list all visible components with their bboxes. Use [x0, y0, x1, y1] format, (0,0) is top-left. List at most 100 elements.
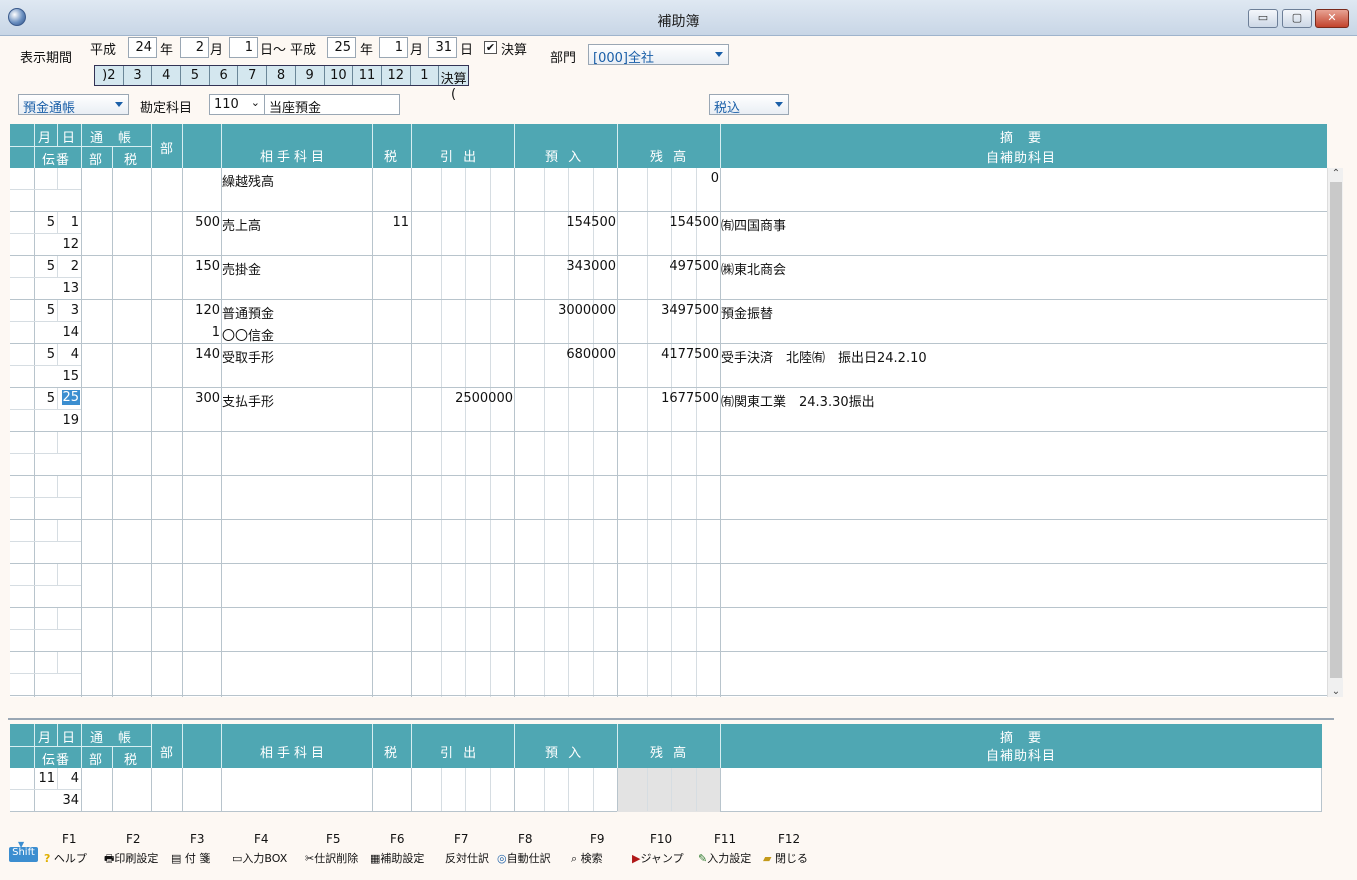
row-3-month[interactable]: 5 — [36, 303, 55, 318]
entry-row: 11 4 34 — [10, 768, 1322, 812]
row-2-deposit[interactable]: 343000 — [516, 259, 616, 274]
row-1-deposit[interactable]: 154500 — [516, 215, 616, 230]
f3-key: F3 — [190, 832, 205, 846]
era-label-2: 平成 — [290, 43, 317, 58]
search-button[interactable]: ⌕ 検索 — [571, 850, 603, 866]
scroll-down-icon[interactable]: ⌄ — [1328, 686, 1344, 697]
year-to-field[interactable]: 25 — [327, 37, 356, 58]
row-5-slip[interactable]: 19 — [36, 413, 79, 428]
input-settings-button[interactable]: ✎入力設定 — [698, 850, 751, 866]
minimize-button[interactable]: ▭ — [1248, 9, 1278, 28]
row-2-month[interactable]: 5 — [36, 259, 55, 274]
row-5-day[interactable]: 25 — [62, 390, 80, 405]
row-4-deposit[interactable]: 680000 — [516, 347, 616, 362]
help-button[interactable]: ? ヘルプ — [44, 850, 87, 866]
reverse-entry-button[interactable]: 反対仕訳 — [445, 850, 489, 866]
scroll-up-icon[interactable]: ⌃ — [1328, 168, 1344, 179]
row-3-deposit[interactable]: 3000000 — [516, 303, 616, 318]
row-1-balance: 154500 — [669, 215, 719, 230]
ledger-type-select[interactable]: 預金通帳 — [18, 94, 129, 116]
row-5-month[interactable]: 5 — [36, 391, 55, 406]
entry-slip[interactable]: 34 — [36, 793, 79, 808]
row-5-code[interactable]: 300 — [184, 391, 220, 406]
close-button[interactable]: ✕ — [1315, 9, 1349, 28]
department-select[interactable]: [000]全社 — [588, 44, 729, 66]
month-tab[interactable]: 5 — [181, 66, 210, 85]
month-tab[interactable]: 10 — [325, 66, 354, 85]
day-unit-2: 日 — [460, 43, 474, 58]
row-2-day[interactable]: 2 — [59, 259, 79, 274]
row-1-month[interactable]: 5 — [36, 215, 55, 230]
printer-icon: 🖶 — [104, 852, 115, 865]
month-tab[interactable]: 6 — [210, 66, 239, 85]
day-to-field[interactable]: 31 — [428, 37, 457, 58]
row-3-day[interactable]: 3 — [59, 303, 79, 318]
row-1-slip[interactable]: 12 — [36, 237, 79, 252]
sticky-note-button[interactable]: ▤ 付 箋 — [171, 850, 210, 866]
year-from-field[interactable]: 24 — [128, 37, 157, 58]
month-tab[interactable]: 7 — [238, 66, 268, 85]
auto-icon: ◎ — [497, 852, 507, 865]
tax-mode-select[interactable]: 税込 — [709, 94, 789, 116]
row-4-day[interactable]: 4 — [59, 347, 79, 362]
row-4-account[interactable]: 受取手形 — [222, 347, 274, 366]
row-5-memo[interactable]: ㈲関東工業 24.3.30振出 — [721, 391, 875, 410]
jump-button[interactable]: ▶ジャンプ — [632, 850, 684, 866]
f5-key: F5 — [326, 832, 341, 846]
row-3-code[interactable]: 120 — [184, 303, 220, 318]
close-icon: ✕ — [1327, 11, 1337, 24]
month-tab[interactable]: 4 — [152, 66, 182, 85]
maximize-button[interactable]: ▢ — [1282, 9, 1312, 28]
month-tab[interactable]: 決算( — [439, 66, 468, 102]
binoculars-icon: ⌕ — [571, 852, 578, 865]
shift-button[interactable]: Shift — [9, 847, 38, 862]
row-1-day[interactable]: 1 — [59, 215, 79, 230]
row-5-withdraw[interactable]: 2500000 — [413, 391, 513, 406]
day-from-field[interactable]: 1 — [229, 37, 258, 58]
month-tab[interactable]: 8 — [267, 66, 296, 85]
account-name-field[interactable]: 当座預金 — [264, 94, 400, 116]
row-4-month[interactable]: 5 — [36, 347, 55, 362]
ledger-header: 月 日 通 帳 伝番 部 税 部 相手科目 税 引 出 預 入 残 高 摘 要 … — [10, 124, 1327, 168]
settle-checkbox[interactable]: ✔ — [484, 41, 497, 54]
row-3-sub-account[interactable]: 〇〇信金 — [222, 325, 274, 344]
month-tab[interactable]: 11 — [353, 66, 382, 85]
delete-entry-button[interactable]: ✂仕訳削除 — [305, 850, 358, 866]
row-4-slip[interactable]: 15 — [36, 369, 79, 384]
maximize-icon: ▢ — [1291, 11, 1303, 24]
vertical-scrollbar[interactable]: ⌃ ⌄ — [1327, 168, 1343, 697]
entry-day[interactable]: 4 — [59, 771, 79, 786]
row-3-memo[interactable]: 預金振替 — [721, 303, 773, 322]
close-window-button[interactable]: ▰ 閉じる — [763, 850, 808, 866]
month-tab[interactable]: )2 — [95, 66, 124, 85]
month-to-field[interactable]: 1 — [379, 37, 408, 58]
row-4-code[interactable]: 140 — [184, 347, 220, 362]
sub-settings-button[interactable]: ▦補助設定 — [370, 850, 424, 866]
month-tab[interactable]: 12 — [382, 66, 411, 85]
row-2-account[interactable]: 売掛金 — [222, 259, 261, 278]
scroll-thumb[interactable] — [1330, 182, 1342, 678]
month-tab[interactable]: 1 — [411, 66, 440, 85]
print-settings-button[interactable]: 🖶印刷設定 — [104, 850, 158, 869]
entry-month[interactable]: 11 — [36, 771, 55, 786]
month-tab[interactable]: 3 — [124, 66, 153, 85]
row-2-memo[interactable]: ㈱東北商会 — [721, 259, 786, 278]
row-3-slip[interactable]: 14 — [36, 325, 79, 340]
month-tab[interactable]: 9 — [296, 66, 325, 85]
row-1-tax[interactable]: 11 — [374, 215, 409, 230]
row-3-sub-code[interactable]: 1 — [184, 325, 220, 340]
row-5-account[interactable]: 支払手形 — [222, 391, 274, 410]
row-1-code[interactable]: 500 — [184, 215, 220, 230]
auto-entry-button[interactable]: ◎自動仕訳 — [497, 850, 551, 866]
input-box-button[interactable]: ▭入力BOX — [232, 850, 287, 866]
edit-icon: ✎ — [698, 852, 708, 865]
row-1-account[interactable]: 売上高 — [222, 215, 261, 234]
row-4-memo[interactable]: 受手決済 北陸㈲ 振出日24.2.10 — [721, 347, 927, 366]
row-2-slip[interactable]: 13 — [36, 281, 79, 296]
row-1-memo[interactable]: ㈲四国商事 — [721, 215, 786, 234]
header-counter-account: 相手科目 — [260, 150, 329, 165]
month-from-field[interactable]: 2 — [180, 37, 209, 58]
row-2-code[interactable]: 150 — [184, 259, 220, 274]
row-3-account[interactable]: 普通預金 — [222, 303, 274, 322]
account-code-select[interactable]: 110 ⌄ — [209, 94, 265, 115]
